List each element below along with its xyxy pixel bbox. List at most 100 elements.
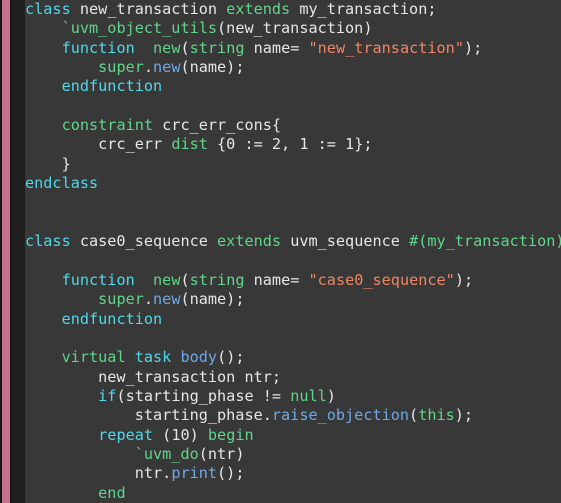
code-line[interactable]: `uvm_object_utils(new_transaction) — [25, 19, 561, 38]
code-token-plain: ); — [454, 406, 474, 425]
code-token-type: string — [189, 270, 245, 289]
code-line[interactable]: if(starting_phase != null) — [25, 387, 561, 406]
code-token-plain: (name); — [180, 58, 245, 77]
code-line[interactable] — [25, 193, 561, 212]
code-token-plain: ( — [409, 406, 419, 425]
code-token-keyword: endfunction — [61, 309, 163, 328]
code-token-type: begin — [207, 425, 254, 444]
code-token-plain: crc_err — [25, 135, 172, 154]
code-token-keyword: if — [98, 386, 117, 405]
code-token-plain: (); — [217, 348, 245, 367]
code-token-macro: `uvm_object_utils — [61, 19, 218, 38]
code-token-plain: (10) — [153, 425, 208, 444]
code-token-plain: ); — [463, 38, 483, 57]
code-line[interactable]: endclass — [25, 174, 561, 193]
code-token-type: dist — [171, 135, 208, 154]
code-token-function: body — [180, 348, 218, 367]
code-token-keyword: class — [25, 0, 71, 18]
code-line[interactable] — [25, 329, 561, 348]
editor-gutter[interactable] — [12, 0, 25, 503]
code-line[interactable]: endfunction — [25, 310, 561, 329]
code-line[interactable]: constraint crc_err_cons{ — [25, 116, 561, 135]
code-line[interactable]: `uvm_do(ntr) — [25, 445, 561, 464]
code-token-plain: ); — [454, 270, 474, 289]
code-token-plain: ( — [180, 38, 190, 57]
code-line[interactable]: endfunction — [25, 77, 561, 96]
code-token-type: extends — [226, 0, 291, 18]
code-line[interactable]: class new_transaction extends my_transac… — [25, 0, 561, 19]
code-token-plain: . — [143, 58, 154, 77]
code-token-plain: (); — [217, 464, 245, 483]
code-token-macro: `uvm_do — [134, 444, 199, 463]
code-token-type: string — [189, 38, 245, 57]
code-line[interactable]: } — [25, 155, 561, 174]
code-token-plain: crc_err_cons{ — [153, 116, 282, 135]
code-token-plain: starting_phase. — [25, 406, 272, 425]
code-token-plain: (new_transaction) — [217, 19, 373, 38]
code-token-type: super — [98, 58, 144, 77]
code-token-type: this — [418, 406, 455, 425]
code-token-type: constraint — [61, 116, 154, 135]
code-line[interactable]: virtual task body(); — [25, 348, 561, 367]
code-token-type: new — [153, 38, 181, 57]
code-token-type: new — [153, 270, 181, 289]
code-token-plain: new_transaction ntr; — [25, 367, 282, 386]
code-line[interactable]: new_transaction ntr; — [25, 368, 561, 387]
code-editor-window: class new_transaction extends my_transac… — [0, 0, 561, 503]
code-line[interactable]: starting_phase.raise_objection(this); — [25, 406, 561, 425]
code-token-keyword: class — [25, 232, 71, 251]
code-token-plain: ( — [180, 270, 190, 289]
code-token-plain: (ntr) — [198, 444, 245, 463]
code-token-type: #(my_transaction) — [409, 232, 561, 251]
code-viewport[interactable]: class new_transaction extends my_transac… — [25, 0, 561, 503]
code-token-function: raise_objection — [271, 406, 410, 425]
code-token-plain: ) — [326, 386, 336, 405]
code-token-type: virtual — [61, 348, 126, 367]
code-line[interactable] — [25, 213, 561, 232]
code-token-type: null — [290, 386, 327, 405]
code-token-keyword: task — [134, 348, 172, 367]
code-token-keyword: endfunction — [61, 77, 163, 96]
code-line[interactable]: function new(string name= "case0_sequenc… — [25, 271, 561, 290]
code-line[interactable] — [25, 251, 561, 270]
code-line[interactable]: super.new(name); — [25, 290, 561, 309]
code-line[interactable]: function new(string name= "new_transacti… — [25, 39, 561, 58]
code-token-plain: name= — [244, 38, 309, 57]
code-token-keyword: function — [61, 38, 135, 57]
code-token-function: new — [153, 290, 181, 309]
code-line[interactable]: crc_err dist {0 := 2, 1 := 1}; — [25, 135, 561, 154]
code-token-plain: (name); — [180, 290, 245, 309]
code-line[interactable] — [25, 97, 561, 116]
code-token-plain: uvm_sequence — [281, 232, 410, 251]
code-line[interactable]: end — [25, 484, 561, 503]
code-token-plain: new_transaction — [70, 0, 227, 18]
code-token-keyword: endclass — [25, 174, 99, 193]
code-token-string: "new_transaction" — [308, 38, 464, 57]
code-line[interactable]: class case0_sequence extends uvm_sequenc… — [25, 232, 561, 251]
code-token-keyword: function — [61, 270, 135, 289]
code-token-plain: case0_sequence — [70, 232, 218, 251]
code-token-keyword: repeat — [98, 425, 154, 444]
code-token-plain: my_transaction; — [290, 0, 437, 18]
change-marker-bar[interactable] — [2, 0, 10, 503]
code-token-string: "case0_sequence" — [308, 270, 455, 289]
code-line[interactable]: ntr.print(); — [25, 464, 561, 483]
code-token-type: super — [98, 290, 144, 309]
code-line[interactable]: repeat (10) begin — [25, 426, 561, 445]
source-code[interactable]: class new_transaction extends my_transac… — [25, 0, 561, 503]
code-line[interactable]: super.new(name); — [25, 58, 561, 77]
code-token-plain: name= — [244, 270, 309, 289]
code-token-type: end — [98, 483, 126, 502]
code-token-plain: {0 := 2, 1 := 1}; — [207, 135, 373, 154]
